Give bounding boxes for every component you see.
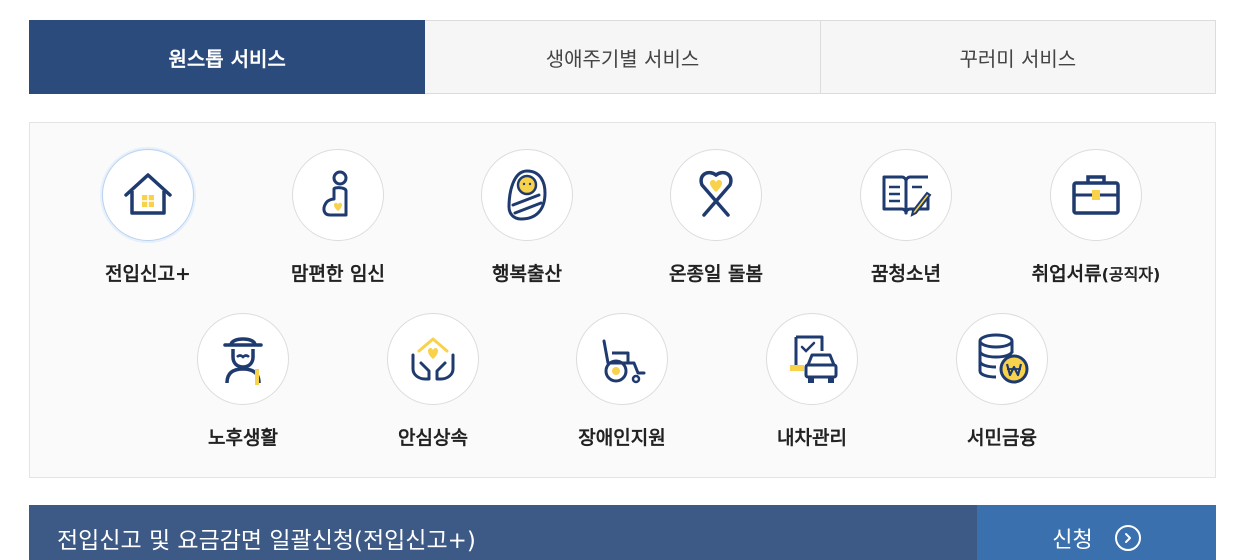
ribbon-heart-icon <box>699 170 733 217</box>
service-inheritance[interactable]: 안심상속 <box>348 313 518 450</box>
service-birth-circle <box>481 149 573 241</box>
apply-bar: 전입신고 및 요금감면 일괄신청(전입신고+) 신청 <box>29 505 1216 560</box>
service-youth-label: 꿈청소년 <box>871 263 941 285</box>
apply-bar-title: 전입신고 및 요금감면 일괄신청(전입신고+) <box>29 505 977 560</box>
book-pencil-icon <box>882 175 932 217</box>
service-tabs: 원스톱 서비스 생애주기별 서비스 꾸러미 서비스 <box>29 20 1216 94</box>
service-pregnancy-label: 맘편한 임신 <box>290 263 385 285</box>
service-birth[interactable]: 행복출산 <box>442 149 612 286</box>
service-employment-label-main: 취업서류 <box>1031 263 1102 285</box>
service-employment-label-sub: (공직자) <box>1101 265 1161 284</box>
briefcase-icon <box>1072 175 1120 215</box>
service-car[interactable]: 내차관리 <box>727 313 897 450</box>
service-youth-circle <box>860 149 952 241</box>
wheelchair-icon <box>602 339 646 384</box>
service-move-in[interactable]: 전입신고+ <box>63 149 233 286</box>
tab-package[interactable]: 꾸러미 서비스 <box>820 20 1216 94</box>
service-disability-circle <box>576 313 668 405</box>
service-finance-label: 서민금융 <box>967 427 1037 449</box>
apply-button[interactable]: 신청 <box>977 505 1216 560</box>
car-document-icon <box>790 335 838 383</box>
tab-onestop[interactable]: 원스톱 서비스 <box>29 20 426 94</box>
hands-house-icon <box>411 337 455 381</box>
pregnant-icon <box>322 170 348 217</box>
service-disability[interactable]: 장애인지원 <box>537 313 707 450</box>
service-employment[interactable]: 취업서류(공직자) <box>1011 149 1181 286</box>
service-birth-label: 행복출산 <box>492 263 562 285</box>
house-icon <box>124 173 172 215</box>
service-car-label: 내차관리 <box>777 427 847 449</box>
chevron-right-circle-icon <box>1114 524 1141 551</box>
service-retirement-label: 노후생활 <box>208 427 278 449</box>
elderly-icon <box>223 337 263 385</box>
service-finance[interactable]: 서민금융 <box>917 313 1087 450</box>
service-employment-circle <box>1050 149 1142 241</box>
service-retirement[interactable]: 노후생활 <box>158 313 328 450</box>
service-pregnancy[interactable]: 맘편한 임신 <box>253 149 423 286</box>
service-inheritance-circle <box>387 313 479 405</box>
service-inheritance-label: 안심상속 <box>398 427 468 449</box>
apply-button-label: 신청 <box>1052 527 1093 553</box>
service-move-in-label: 전입신고+ <box>105 259 191 286</box>
service-care[interactable]: 온종일 돌봄 <box>631 149 801 286</box>
service-care-label: 온종일 돌봄 <box>668 263 763 285</box>
service-car-circle <box>766 313 858 405</box>
service-retirement-circle <box>197 313 289 405</box>
tab-lifecycle[interactable]: 생애주기별 서비스 <box>425 20 821 94</box>
service-disability-label: 장애인지원 <box>578 427 666 449</box>
service-panel: 전입신고+ 맘편한 임신 행복출산 온종일 돌봄 꿈청소년 취업서류(공직자) … <box>29 122 1216 478</box>
service-pregnancy-circle <box>292 149 384 241</box>
service-youth[interactable]: 꿈청소년 <box>821 149 991 286</box>
service-employment-label: 취업서류(공직자) <box>1032 259 1161 286</box>
service-finance-circle <box>956 313 1048 405</box>
service-care-circle <box>670 149 762 241</box>
baby-icon <box>507 169 547 221</box>
service-move-in-circle <box>102 149 194 241</box>
coins-won-icon <box>978 333 1029 384</box>
